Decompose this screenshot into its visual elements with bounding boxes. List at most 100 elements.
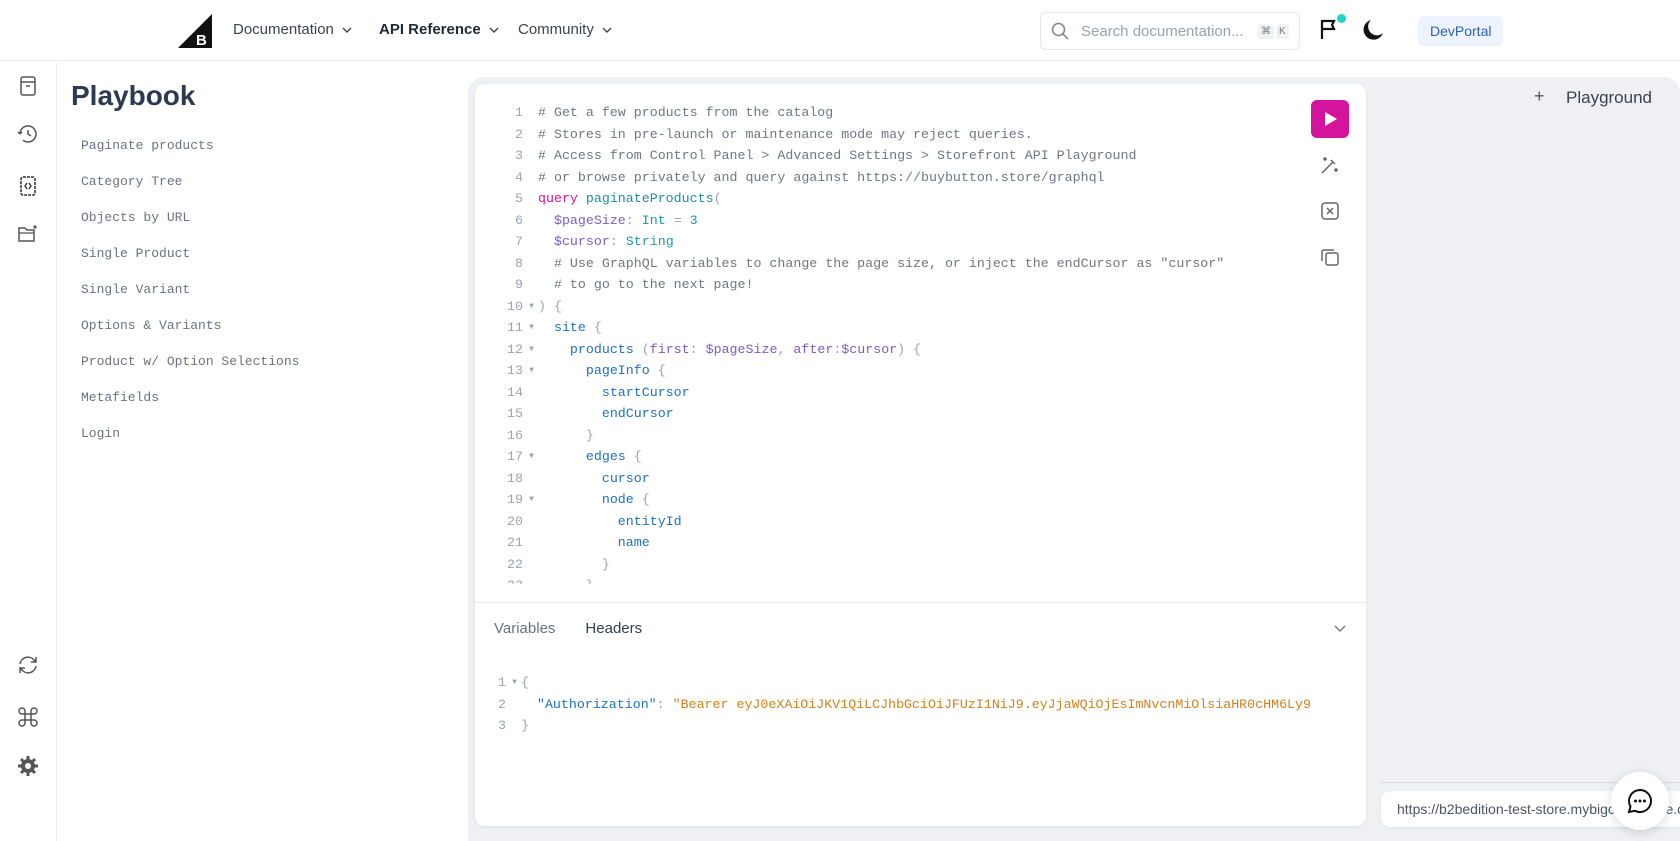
nav-documentation[interactable]: Documentation — [233, 21, 352, 38]
code-text: # Access from Control Panel > Advanced S… — [538, 145, 1136, 167]
query-editor-card: 1 # Get a few products from the catalog 2 #… — [475, 84, 1366, 826]
svg-text:B: B — [196, 32, 207, 48]
fold-gutter — [525, 575, 538, 584]
tab-headers[interactable]: Headers — [585, 620, 642, 637]
code-token: # Stores in pre-launch or maintenance mo… — [538, 126, 1033, 142]
settings-gear-icon[interactable] — [16, 754, 40, 778]
chat-button[interactable] — [1611, 772, 1669, 830]
playbook-item[interactable]: Product w/ Option Selections — [81, 354, 299, 390]
merge-fragments-button[interactable] — [1311, 192, 1349, 230]
playbook-item[interactable]: Objects by URL — [81, 210, 299, 246]
fold-toggle-icon[interactable]: ▼ — [525, 360, 538, 382]
code-line: 1 ▼{ — [475, 672, 1366, 694]
code-token: : — [689, 341, 706, 357]
code-text: node { — [538, 489, 650, 511]
code-line: 23 } — [475, 575, 1305, 584]
line-number: 21 — [507, 535, 523, 550]
code-line: 3} — [475, 715, 1366, 737]
code-line: 18 cursor — [475, 468, 1305, 490]
code-text: query paginateProducts( — [538, 188, 722, 210]
playbook-item[interactable]: Options & Variants — [81, 318, 299, 354]
line-number: 23 — [475, 575, 525, 584]
playbook-item[interactable]: Login — [81, 426, 299, 462]
bigcommerce-logo[interactable]: B — [178, 14, 212, 48]
fold-toggle-icon[interactable]: ▼ — [525, 296, 538, 318]
code-line: 2 # Stores in pre-launch or maintenance m… — [475, 124, 1305, 146]
fold-toggle-icon[interactable]: ▼ — [525, 489, 538, 511]
code-token: name — [617, 535, 650, 550]
line-number: 5 — [515, 191, 523, 206]
chevron-down-icon — [602, 27, 612, 33]
run-query-button[interactable] — [1311, 100, 1349, 138]
line-number: 3 — [498, 718, 506, 733]
code-line: 7 $cursor: String — [475, 231, 1305, 253]
flag-icon[interactable] — [1320, 18, 1338, 40]
fold-toggle-icon[interactable]: ▼ — [508, 672, 521, 694]
code-line: 17 ▼ edges { — [475, 446, 1305, 468]
code-document-icon[interactable] — [16, 174, 40, 198]
code-text: $pageSize: Int = 3 — [538, 210, 698, 232]
headers-editor[interactable]: 1 ▼{2 "Authorization": "Bearer eyJ0eXAiOi… — [475, 672, 1366, 752]
code-token: } — [538, 427, 594, 443]
code-token: = — [665, 212, 690, 228]
new-tab-plus-icon[interactable]: + — [1534, 86, 1545, 107]
devportal-button[interactable]: DevPortal — [1418, 16, 1504, 46]
code-token: # Use GraphQL variables to change the pa… — [538, 255, 1225, 271]
code-line: 22 } — [475, 554, 1305, 576]
tab-playground[interactable]: Playground — [1566, 88, 1652, 108]
playbook-item[interactable]: Single Variant — [81, 282, 299, 318]
code-token: "Bearer eyJ0eXAiOiJKV1QiLCJhbGciOiJFUzI1… — [672, 696, 1311, 712]
playbook-archive-icon[interactable] — [16, 74, 40, 98]
line-number: 1 — [515, 105, 523, 120]
history-icon[interactable] — [16, 122, 40, 146]
code-token: first — [649, 341, 690, 357]
nav-label: Documentation — [233, 21, 334, 38]
code-line: 13 ▼ pageInfo { — [475, 360, 1305, 382]
code-line: 19 ▼ node { — [475, 489, 1305, 511]
playbook-item[interactable]: Metafields — [81, 390, 299, 426]
prettify-button[interactable] — [1311, 146, 1349, 184]
code-line: 3 # Access from Control Panel > Advanced … — [475, 145, 1305, 167]
new-folder-icon[interactable] — [16, 222, 40, 246]
code-text: cursor — [538, 468, 650, 490]
nav-api-reference[interactable]: API Reference — [379, 21, 499, 38]
code-text: # Stores in pre-launch or maintenance mo… — [538, 124, 1033, 146]
refresh-icon[interactable] — [16, 653, 40, 677]
chevron-down-icon — [342, 27, 352, 33]
search-input[interactable] — [1081, 22, 1246, 40]
playbook-item[interactable]: Paginate products — [81, 138, 299, 174]
line-number: 15 — [507, 406, 523, 421]
fold-toggle-icon[interactable]: ▼ — [525, 317, 538, 339]
nav-community[interactable]: Community — [518, 21, 612, 38]
code-token: products — [569, 341, 634, 357]
fold-gutter — [525, 403, 538, 425]
dark-mode-moon-icon[interactable] — [1362, 19, 1384, 41]
fold-gutter — [525, 468, 538, 490]
playbook-item[interactable]: Single Product — [81, 246, 299, 282]
code-token: : — [625, 212, 642, 228]
line-number: 18 — [507, 470, 523, 486]
code-token: { — [521, 675, 529, 690]
command-shortcuts-icon[interactable] — [16, 705, 40, 729]
tab-variables[interactable]: Variables — [494, 620, 555, 637]
code-token: $cursor — [841, 341, 898, 357]
fold-toggle-icon[interactable]: ▼ — [525, 339, 538, 361]
shortcut-key: K — [1276, 23, 1289, 39]
code-token: $pageSize — [553, 212, 626, 228]
copy-query-button[interactable] — [1311, 238, 1349, 276]
code-token: $cursor — [553, 234, 610, 249]
merge-icon — [1321, 202, 1339, 220]
query-editor[interactable]: 1 # Get a few products from the catalog 2 #… — [475, 102, 1305, 584]
fold-toggle-icon[interactable]: ▼ — [525, 446, 538, 468]
line-number: 14 — [507, 384, 523, 400]
playbook-item[interactable]: Category Tree — [81, 174, 299, 210]
code-line: 20 entityId — [475, 511, 1305, 533]
code-token: { — [633, 492, 650, 507]
code-line: 1 # Get a few products from the catalog — [475, 102, 1305, 124]
search-box[interactable]: ⌘K — [1040, 12, 1300, 50]
chevron-down-icon[interactable] — [1333, 621, 1347, 635]
code-text: site { — [538, 317, 602, 339]
